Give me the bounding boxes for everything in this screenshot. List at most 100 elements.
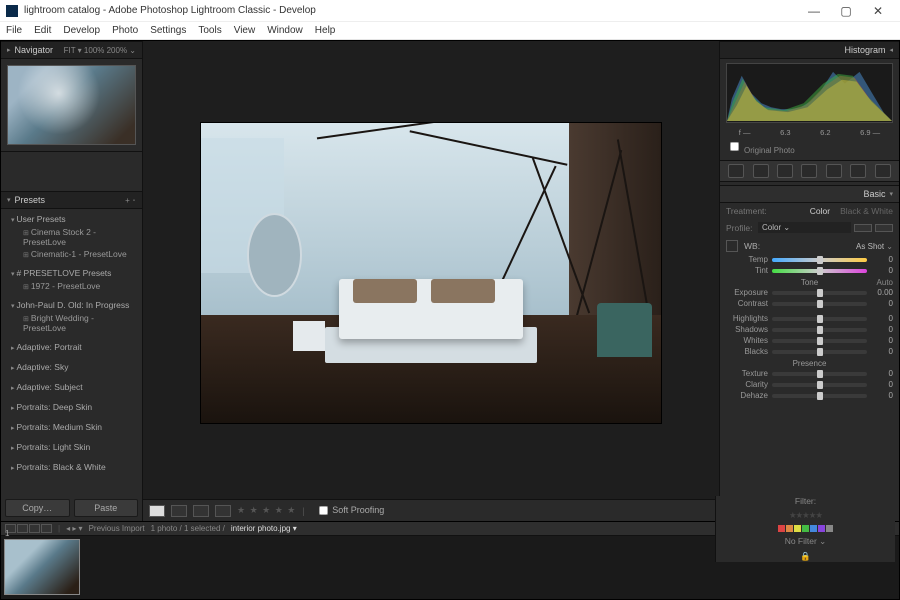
histogram[interactable] xyxy=(726,63,893,123)
slider-blacks[interactable]: Blacks0 xyxy=(726,346,893,357)
canvas[interactable] xyxy=(143,41,719,499)
treatment-bw[interactable]: Black & White xyxy=(840,206,893,216)
paste-button[interactable]: Paste xyxy=(74,499,139,517)
color-filter-dot[interactable] xyxy=(778,525,785,532)
menu-bar: File Edit Develop Photo Settings Tools View Win… xyxy=(0,22,900,40)
histogram-readout: 6.9 — xyxy=(860,128,880,137)
slider-dehaze[interactable]: Dehaze0 xyxy=(726,390,893,401)
grid-view-icon[interactable] xyxy=(17,524,28,533)
menu-edit[interactable]: Edit xyxy=(34,25,51,36)
histogram-readout: f — xyxy=(739,128,751,137)
preset-group[interactable]: Adaptive: Sky xyxy=(1,360,142,374)
survey-icon[interactable] xyxy=(29,524,40,533)
profile-grid-icon[interactable] xyxy=(854,224,872,232)
slider-exposure[interactable]: Exposure0.00 xyxy=(726,287,893,298)
heal-tool-icon[interactable] xyxy=(753,164,769,178)
histogram-header[interactable]: Histogram◂ xyxy=(720,41,899,59)
slider-temp[interactable]: Temp0 xyxy=(726,254,893,265)
preset-item[interactable]: 1972 - PresetLove xyxy=(1,280,142,292)
color-filter-dot[interactable] xyxy=(810,525,817,532)
tone-section-label: Tone xyxy=(801,278,818,287)
preset-group[interactable]: # PRESETLOVE Presets xyxy=(1,266,142,280)
profile-select[interactable]: Color ⌄ xyxy=(758,222,851,233)
color-filter-dot[interactable] xyxy=(818,525,825,532)
menu-settings[interactable]: Settings xyxy=(150,25,186,36)
copy-button[interactable]: Copy… xyxy=(5,499,70,517)
preset-item[interactable]: Bright Wedding - PresetLove xyxy=(1,312,142,334)
rating-stars[interactable]: ★ ★ ★ ★ ★ xyxy=(237,505,296,516)
crop-tool-icon[interactable] xyxy=(728,164,744,178)
filmstrip-thumbnail[interactable] xyxy=(4,539,80,595)
preset-group[interactable]: Portraits: Light Skin xyxy=(1,440,142,454)
slider-highlights[interactable]: Highlights0 xyxy=(726,313,893,324)
presence-section-label: Presence xyxy=(793,359,827,368)
navigator-zoom[interactable]: FIT ▾ 100% 200% ⌄ xyxy=(64,46,136,55)
slider-contrast[interactable]: Contrast0 xyxy=(726,298,893,309)
maximize-button[interactable]: ▢ xyxy=(830,4,862,18)
close-button[interactable]: ✕ xyxy=(862,4,894,18)
filter-label: Filter: xyxy=(795,496,816,506)
view-loupe-button[interactable] xyxy=(149,505,165,517)
presets-label: Presets xyxy=(15,195,46,205)
histogram-readout: 6.3 xyxy=(780,128,790,137)
menu-view[interactable]: View xyxy=(234,25,256,36)
source-label[interactable]: Previous Import xyxy=(89,524,145,533)
profile-browser-icon[interactable] xyxy=(875,224,893,232)
view-split-button[interactable] xyxy=(193,505,209,517)
photo-filename[interactable]: interior photo.jpg ▾ xyxy=(231,524,297,533)
soft-proofing-toggle[interactable]: Soft Proofing xyxy=(317,504,385,517)
slider-whites[interactable]: Whites0 xyxy=(726,335,893,346)
wb-label: WB: xyxy=(744,241,760,251)
navigator-thumbnail[interactable] xyxy=(7,65,136,145)
navigator-header[interactable]: ▸ Navigator FIT ▾ 100% 200% ⌄ xyxy=(1,41,142,59)
preset-group[interactable]: Adaptive: Subject xyxy=(1,380,142,394)
app-icon xyxy=(6,5,18,17)
preset-group[interactable]: John-Paul D. Old: In Progress xyxy=(1,298,142,312)
presets-header[interactable]: ▾ Presets + ･ xyxy=(1,191,142,209)
preset-group[interactable]: Portraits: Black & White xyxy=(1,460,142,474)
menu-window[interactable]: Window xyxy=(267,25,303,36)
slider-clarity[interactable]: Clarity0 xyxy=(726,379,893,390)
minimize-button[interactable]: — xyxy=(798,4,830,18)
mask-tool-icon[interactable] xyxy=(801,164,817,178)
radial-tool-icon[interactable] xyxy=(850,164,866,178)
navigator-label: Navigator xyxy=(15,45,54,55)
menu-help[interactable]: Help xyxy=(315,25,336,36)
treatment-label: Treatment: xyxy=(726,206,767,216)
original-photo-toggle[interactable]: Original Photo xyxy=(720,138,899,157)
preset-group[interactable]: Adaptive: Portrait xyxy=(1,340,142,354)
slider-shadows[interactable]: Shadows0 xyxy=(726,324,893,335)
eyedropper-icon[interactable] xyxy=(726,240,738,252)
basic-header[interactable]: Basic▾ xyxy=(720,185,899,203)
histogram-readout: 6.2 xyxy=(820,128,830,137)
preset-group[interactable]: Portraits: Medium Skin xyxy=(1,420,142,434)
menu-develop[interactable]: Develop xyxy=(63,25,100,36)
window-title: lightroom catalog - Adobe Photoshop Ligh… xyxy=(24,5,316,16)
preset-group[interactable]: User Presets xyxy=(1,212,142,226)
color-filter-dot[interactable] xyxy=(786,525,793,532)
color-filter-dot[interactable] xyxy=(794,525,801,532)
slider-tint[interactable]: Tint0 xyxy=(726,265,893,276)
view-compare-button[interactable] xyxy=(215,505,231,517)
wb-select[interactable]: As Shot xyxy=(856,242,893,251)
view-before-after-button[interactable] xyxy=(171,505,187,517)
menu-photo[interactable]: Photo xyxy=(112,25,138,36)
preset-item[interactable]: Cinema Stock 2 - PresetLove xyxy=(1,226,142,248)
slider-texture[interactable]: Texture0 xyxy=(726,368,893,379)
compare-icon[interactable] xyxy=(41,524,52,533)
photo-count: 1 photo / 1 selected / xyxy=(151,524,225,533)
preset-item[interactable]: Cinematic-1 - PresetLove xyxy=(1,248,142,260)
profile-label: Profile: xyxy=(726,223,758,233)
menu-file[interactable]: File xyxy=(6,25,22,36)
filter-stars[interactable]: ★★★★★ xyxy=(789,510,822,521)
menu-tools[interactable]: Tools xyxy=(198,25,221,36)
color-filter-dot[interactable] xyxy=(802,525,809,532)
brush-tool-icon[interactable] xyxy=(875,164,891,178)
preset-group[interactable]: Portraits: Deep Skin xyxy=(1,400,142,414)
grad-tool-icon[interactable] xyxy=(826,164,842,178)
redeye-tool-icon[interactable] xyxy=(777,164,793,178)
auto-tone-button[interactable]: Auto xyxy=(877,278,893,287)
color-filter-dot[interactable] xyxy=(826,525,833,532)
treatment-color[interactable]: Color xyxy=(810,206,830,216)
photo-preview[interactable] xyxy=(201,123,661,423)
